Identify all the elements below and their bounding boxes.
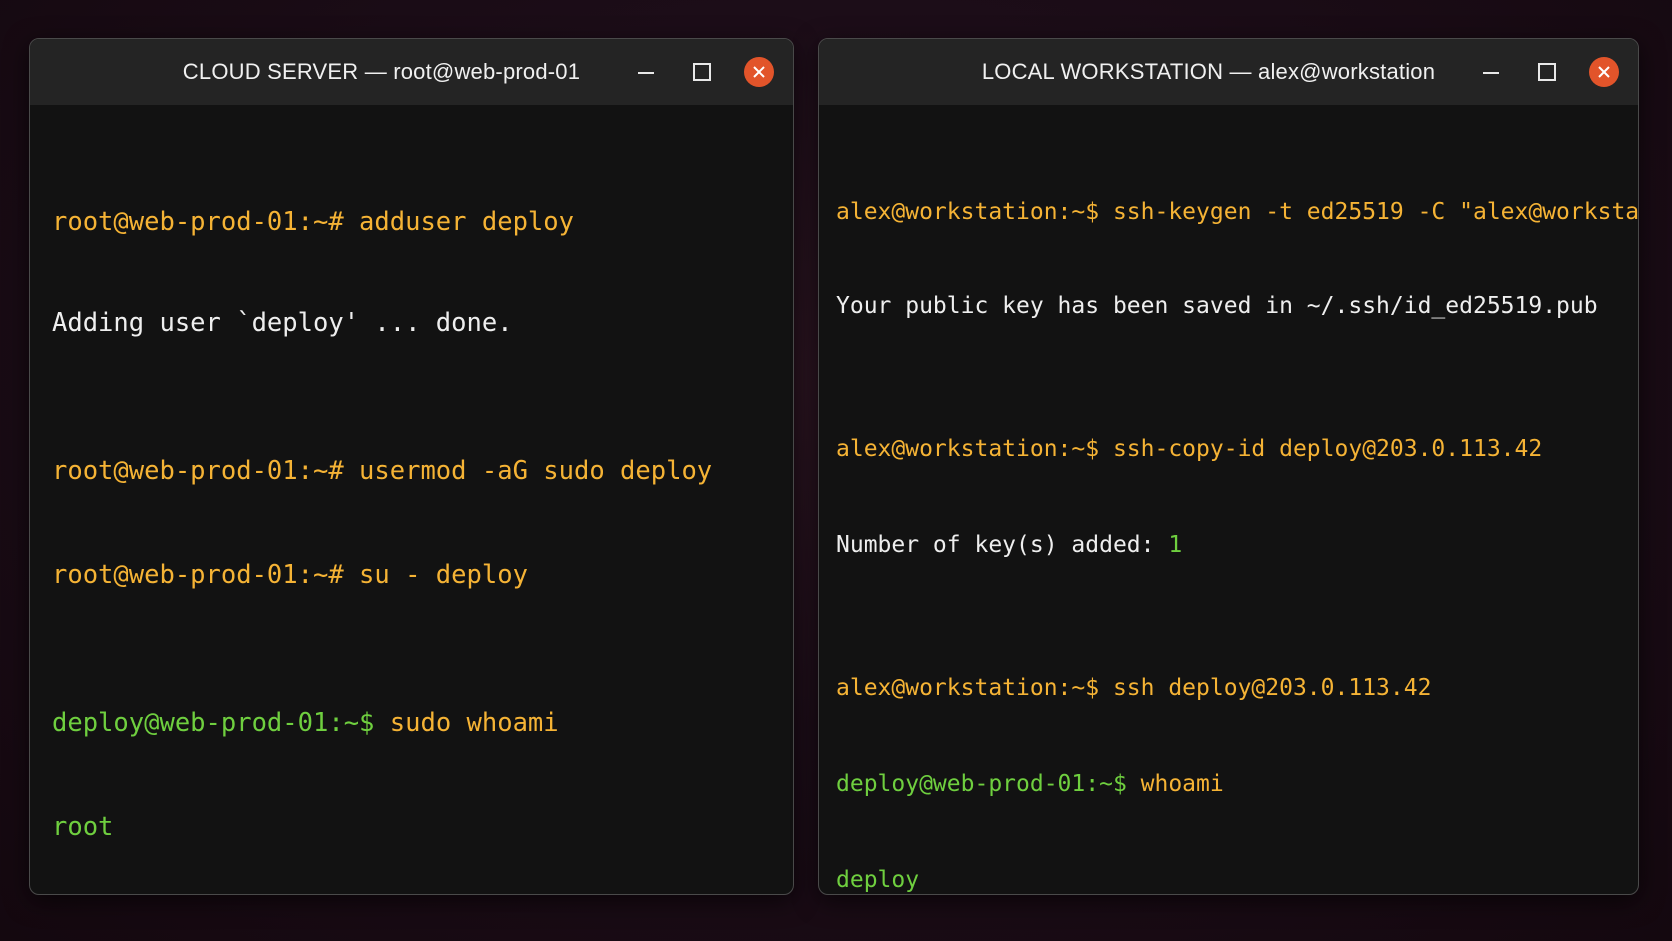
minimize-icon (638, 72, 654, 74)
terminal-line: alex@workstation:~$ ssh-copy-id deploy@2… (836, 436, 1543, 462)
maximize-icon (693, 63, 711, 81)
maximize-button[interactable] (688, 58, 716, 86)
terminal-line: root@web-prod-01:~# usermod -aG sudo dep… (52, 456, 713, 486)
shell-prompt: deploy@web-prod-01:~$ (52, 708, 375, 738)
minimize-button[interactable] (1477, 58, 1505, 86)
local-workstation-titlebar[interactable]: LOCAL WORKSTATION — alex@workstation (819, 39, 1638, 105)
key-count: 1 (1168, 532, 1183, 558)
terminal-line: root@web-prod-01:~# adduser deploy (52, 207, 574, 237)
shell-prompt: deploy@web-prod-01:~$ (836, 771, 1127, 797)
minimize-button[interactable] (632, 58, 660, 86)
terminal-line: deploy@web-prod-01:~$ whoami (836, 771, 1638, 797)
terminal-output[interactable]: root@web-prod-01:~# adduser deploy Addin… (30, 105, 793, 894)
local-workstation-terminal-window[interactable]: LOCAL WORKSTATION — alex@workstation ale (818, 38, 1639, 895)
window-title: LOCAL WORKSTATION — alex@workstation (981, 59, 1436, 84)
terminal-line: alex@workstation:~$ ssh deploy@203.0.113… (836, 675, 1432, 701)
terminal-line: deploy@web-prod-01:~$ sudo whoami (52, 708, 793, 738)
terminal-output[interactable]: alex@workstation:~$ ssh-keygen -t ed2551… (819, 105, 1639, 894)
output-text: Number of key(s) added: (836, 532, 1169, 558)
close-button[interactable] (744, 57, 774, 87)
minimize-icon (1483, 72, 1499, 74)
window-controls (1477, 39, 1619, 105)
window-title: CLOUD SERVER — root@web-prod-01 (182, 59, 581, 84)
terminal-line: deploy (836, 867, 920, 893)
shell-command: sudo whoami (374, 708, 559, 738)
terminal-line: Number of key(s) added: 1 (836, 532, 1638, 558)
close-icon (1598, 66, 1610, 78)
shell-command: whoami (1126, 771, 1224, 797)
cloud-server-terminal-window[interactable]: CLOUD SERVER — root@web-prod-01 root@web (29, 38, 794, 895)
terminal-line: root@web-prod-01:~# su - deploy (52, 560, 528, 590)
maximize-button[interactable] (1533, 58, 1561, 86)
terminal-line: Your public key has been saved in ~/.ssh… (836, 293, 1598, 319)
window-controls (632, 39, 774, 105)
cloud-server-titlebar[interactable]: CLOUD SERVER — root@web-prod-01 (30, 39, 793, 105)
close-button[interactable] (1589, 57, 1619, 87)
close-icon (753, 66, 765, 78)
terminal-line: Adding user `deploy' ... done. (52, 308, 513, 338)
terminal-line: root (52, 812, 114, 842)
terminal-line: alex@workstation:~$ ssh-keygen -t ed2551… (836, 199, 1639, 225)
maximize-icon (1538, 63, 1556, 81)
